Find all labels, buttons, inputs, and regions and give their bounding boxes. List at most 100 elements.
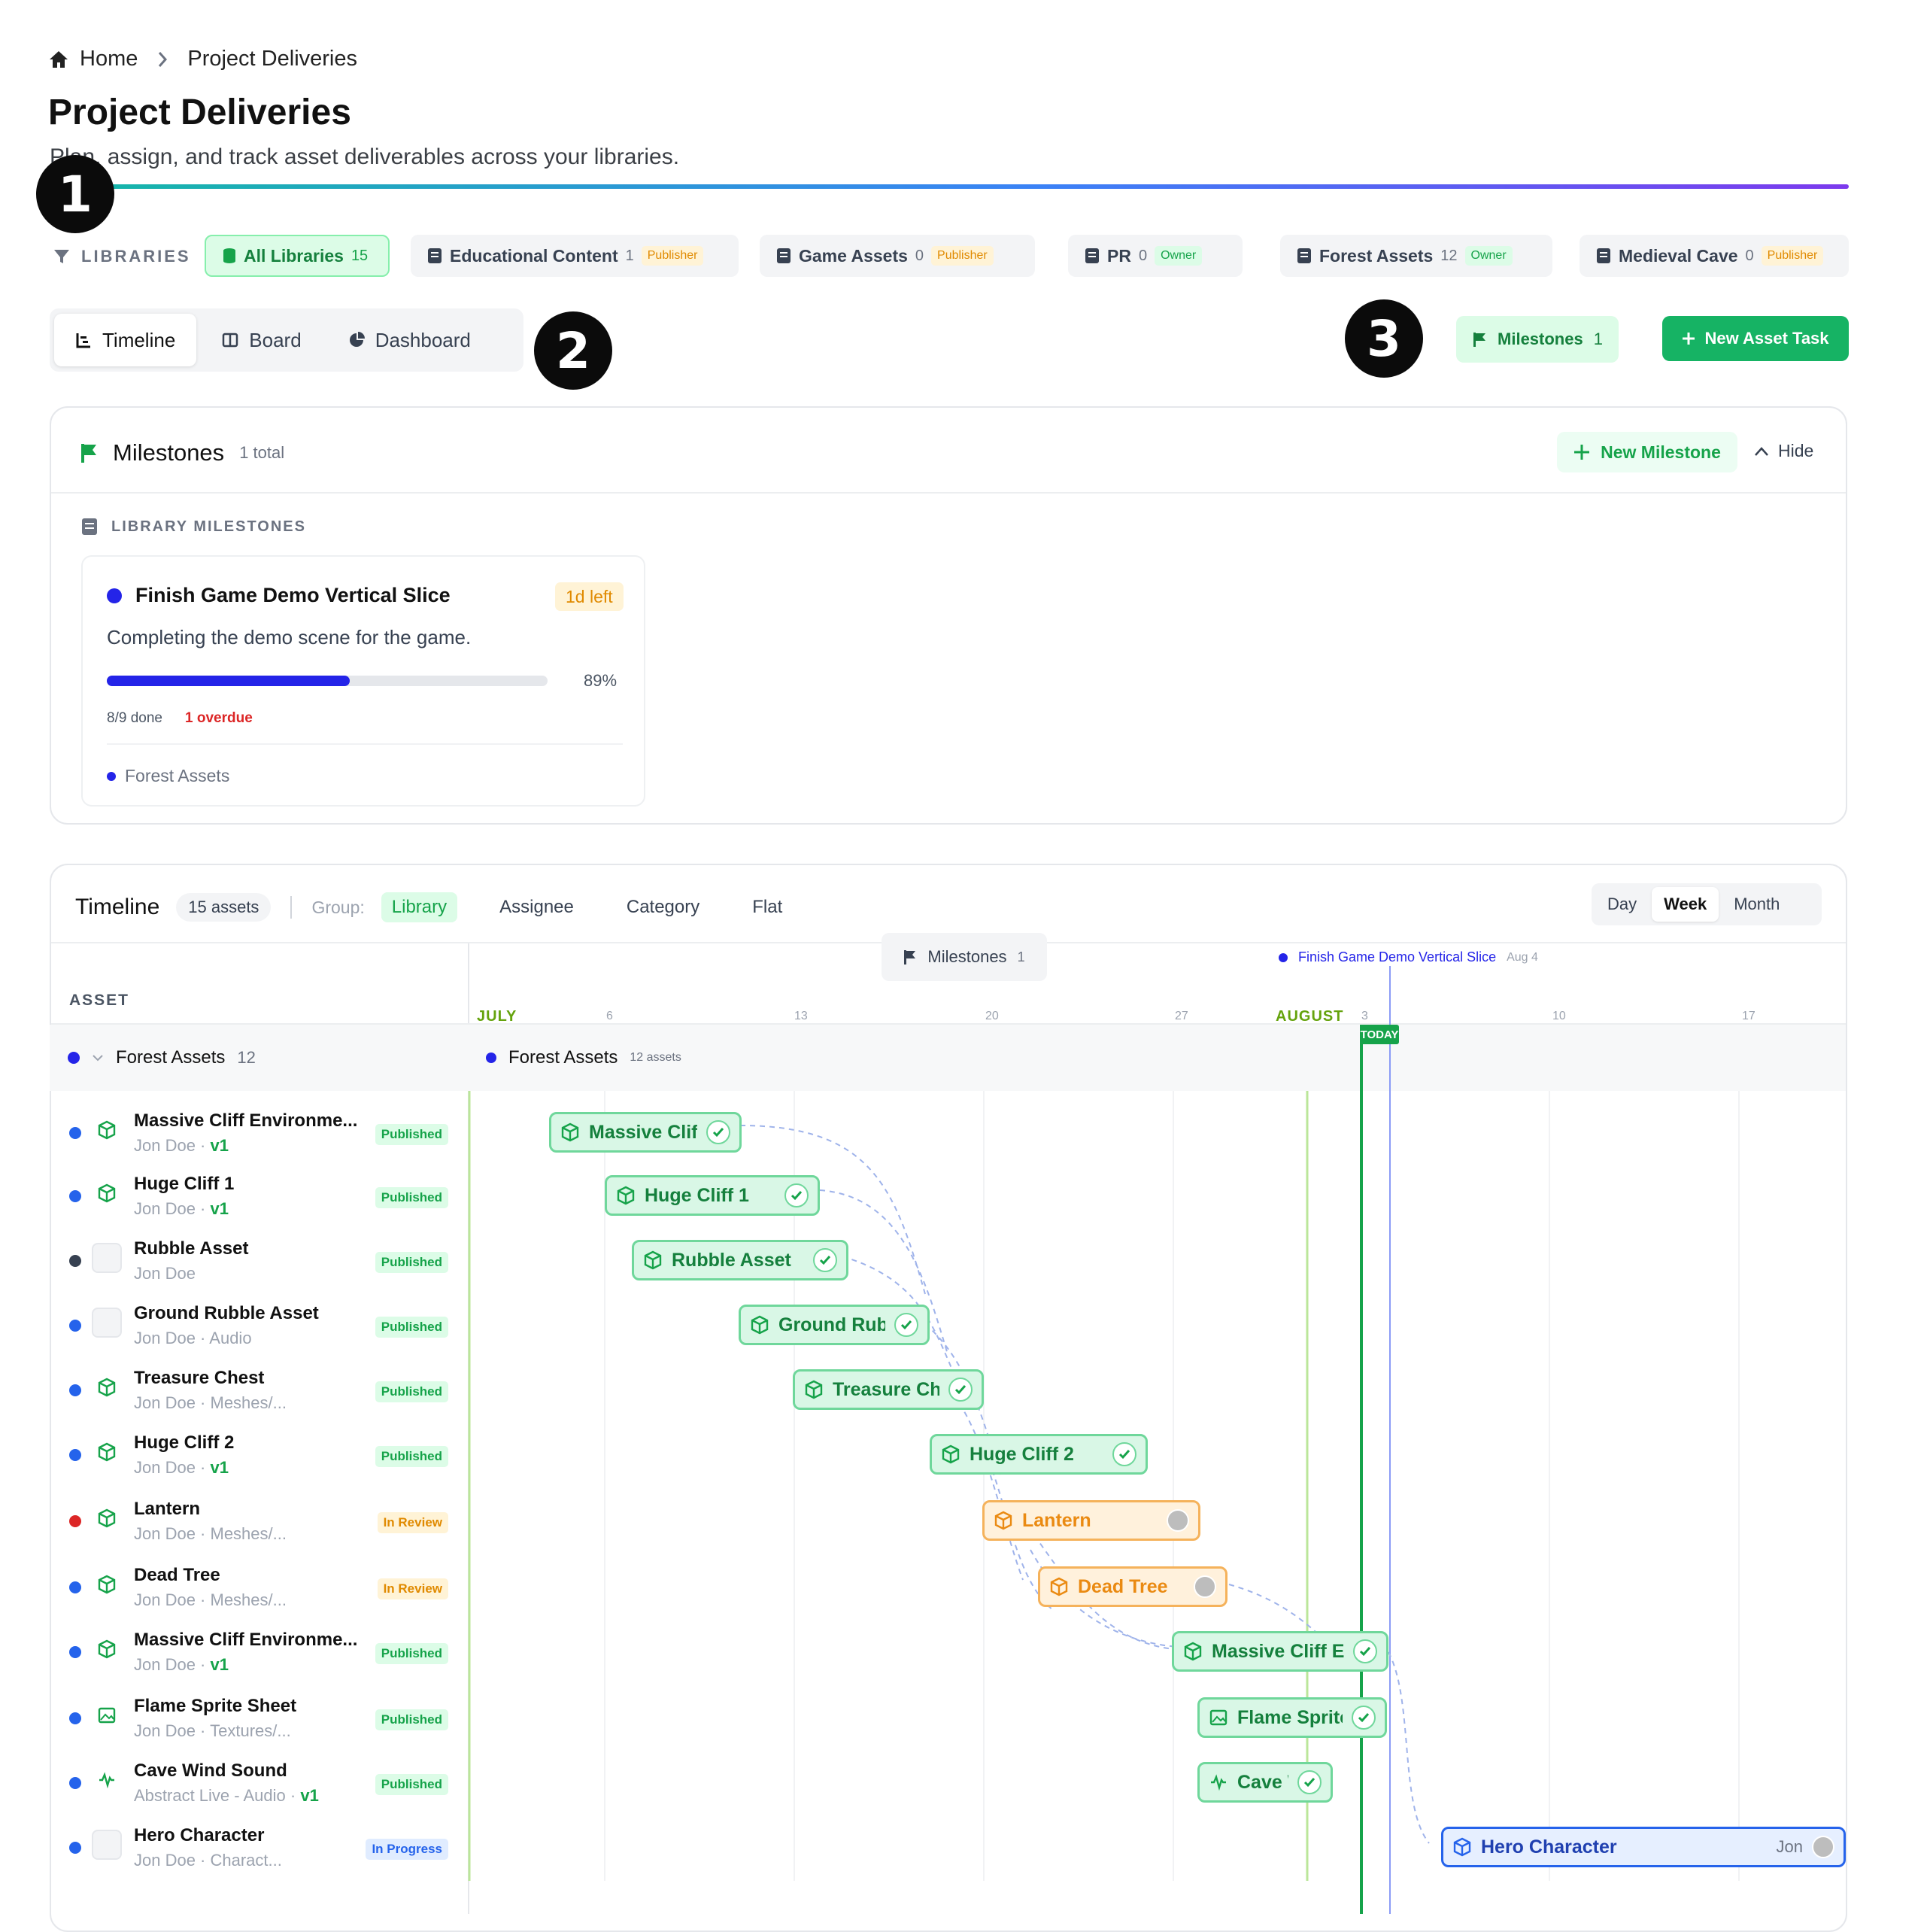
timeline-bar[interactable]: Treasure Che bbox=[793, 1369, 984, 1410]
status-dot bbox=[69, 1449, 81, 1461]
bar-type-icon bbox=[1049, 1577, 1069, 1596]
status-dot bbox=[69, 1712, 81, 1724]
timeline-bar-label: Lantern bbox=[1022, 1509, 1091, 1531]
check-icon bbox=[706, 1120, 730, 1144]
asset-meta: Jon Doe · Charact... bbox=[134, 1851, 282, 1870]
check-icon bbox=[813, 1248, 837, 1272]
asset-status-badge: Published bbox=[375, 1317, 448, 1338]
asset-thumbnail bbox=[92, 1830, 122, 1860]
asset-thumbnail bbox=[92, 1372, 122, 1402]
status-dot bbox=[69, 1646, 81, 1658]
asset-status-badge: Published bbox=[375, 1381, 448, 1402]
check-icon bbox=[1353, 1639, 1377, 1663]
asset-name: Huge Cliff 1 bbox=[134, 1174, 235, 1194]
asset-meta: Jon Doe · Meshes/... bbox=[134, 1393, 287, 1412]
asset-name: Treasure Chest bbox=[134, 1368, 265, 1388]
status-dot bbox=[69, 1384, 81, 1396]
avatar bbox=[1812, 1836, 1834, 1858]
timeline-bar[interactable]: Huge Cliff 1 bbox=[605, 1175, 820, 1216]
asset-thumbnail bbox=[92, 1178, 122, 1208]
check-icon bbox=[1352, 1706, 1376, 1730]
timeline-bar-label: Hero Character bbox=[1481, 1836, 1617, 1858]
timeline-bar[interactable]: Huge Cliff 2 bbox=[930, 1434, 1148, 1475]
asset-status-badge: Published bbox=[375, 1774, 448, 1795]
asset-meta: Jon Doe · v1 bbox=[134, 1136, 229, 1155]
asset-row[interactable]: Dead Tree Jon Doe · Meshes/... In Review bbox=[50, 1556, 468, 1621]
asset-row[interactable]: Ground Rubble Asset Jon Doe · Audio Publis… bbox=[50, 1294, 468, 1359]
check-icon bbox=[948, 1378, 973, 1402]
cube-icon bbox=[1453, 1837, 1471, 1857]
asset-row[interactable]: Lantern Jon Doe · Meshes/... In Review bbox=[50, 1490, 468, 1554]
timeline-bar-label: Dead Tree bbox=[1078, 1575, 1168, 1597]
timeline-bar[interactable]: Hero Character Jon bbox=[1441, 1827, 1846, 1867]
asset-status-badge: Published bbox=[375, 1252, 448, 1273]
check-icon bbox=[1112, 1442, 1136, 1466]
asset-name: Lantern bbox=[134, 1499, 201, 1519]
status-dot bbox=[69, 1842, 81, 1854]
asset-thumbnail bbox=[92, 1243, 122, 1273]
audio-icon bbox=[1211, 1774, 1226, 1791]
timeline-bar[interactable]: Ground Rubbl bbox=[739, 1305, 930, 1345]
asset-row[interactable]: Massive Cliff Environme... Jon Doe · v1 Pu… bbox=[50, 1621, 468, 1685]
cube-icon bbox=[98, 1183, 116, 1203]
bar-type-icon bbox=[1209, 1773, 1228, 1792]
timeline-bar-label: Massive Cliff ... bbox=[589, 1121, 697, 1143]
status-circle-icon bbox=[1194, 1575, 1216, 1598]
asset-row[interactable]: Massive Cliff Environme... Jon Doe · v1 Pu… bbox=[50, 1101, 468, 1166]
bar-type-icon bbox=[1452, 1837, 1472, 1857]
timeline-bar[interactable]: Massive Cliff ... bbox=[549, 1112, 742, 1153]
cube-icon bbox=[98, 1120, 116, 1140]
asset-name: Dead Tree bbox=[134, 1565, 220, 1585]
timeline-bar-label: Treasure Che bbox=[833, 1378, 939, 1400]
bar-type-icon bbox=[643, 1250, 663, 1270]
asset-status-badge: Published bbox=[375, 1643, 448, 1664]
asset-row[interactable]: Treasure Chest Jon Doe · Meshes/... Publis… bbox=[50, 1359, 468, 1423]
timeline-bar[interactable]: Cave W. bbox=[1197, 1762, 1333, 1803]
asset-name: Ground Rubble Asset bbox=[134, 1303, 319, 1323]
bar-type-icon bbox=[804, 1380, 824, 1399]
asset-status-badge: In Progress bbox=[366, 1839, 448, 1860]
dependency-line bbox=[947, 1387, 1024, 1581]
bar-type-icon bbox=[1183, 1642, 1203, 1661]
asset-status-badge: In Review bbox=[377, 1578, 448, 1599]
asset-name: Massive Cliff Environme... bbox=[134, 1110, 358, 1131]
timeline-bar-label: Cave W. bbox=[1237, 1771, 1288, 1793]
timeline-bar[interactable]: Flame Sprite bbox=[1197, 1697, 1387, 1738]
timeline-bar[interactable]: Rubble Asset bbox=[632, 1240, 848, 1280]
asset-row[interactable]: Cave Wind Sound Abstract Live - Audio · v… bbox=[50, 1751, 468, 1816]
timeline-bar-label: Massive Cliff Env. bbox=[1212, 1640, 1344, 1662]
asset-row[interactable]: Huge Cliff 2 Jon Doe · v1 Published bbox=[50, 1423, 468, 1488]
cube-icon bbox=[1050, 1577, 1068, 1596]
asset-thumbnail bbox=[92, 1308, 122, 1338]
asset-row[interactable]: Flame Sprite Sheet Jon Doe · Textures/...… bbox=[50, 1687, 468, 1751]
asset-row[interactable]: Huge Cliff 1 Jon Doe · v1 Published bbox=[50, 1165, 468, 1229]
check-icon bbox=[1297, 1770, 1322, 1794]
asset-name: Flame Sprite Sheet bbox=[134, 1696, 297, 1716]
cube-icon bbox=[98, 1508, 116, 1528]
cube-icon bbox=[98, 1378, 116, 1397]
status-circle-icon bbox=[1167, 1509, 1189, 1532]
asset-meta: Jon Doe · Meshes/... bbox=[134, 1524, 287, 1543]
asset-status-badge: Published bbox=[375, 1124, 448, 1145]
cube-icon bbox=[1184, 1642, 1202, 1661]
asset-thumbnail bbox=[92, 1503, 122, 1533]
audio-icon bbox=[99, 1772, 114, 1789]
asset-thumbnail bbox=[92, 1437, 122, 1467]
asset-name: Huge Cliff 2 bbox=[134, 1432, 235, 1453]
asset-meta: Jon Doe · v1 bbox=[134, 1458, 229, 1477]
asset-name: Hero Character bbox=[134, 1825, 265, 1845]
status-dot bbox=[69, 1777, 81, 1789]
asset-thumbnail bbox=[92, 1700, 122, 1730]
asset-thumbnail bbox=[92, 1765, 122, 1795]
timeline-bar[interactable]: Dead Tree bbox=[1038, 1566, 1227, 1607]
bar-type-icon bbox=[941, 1444, 960, 1464]
status-dot bbox=[69, 1255, 81, 1267]
cube-icon bbox=[644, 1250, 662, 1270]
timeline-bar[interactable]: Lantern bbox=[982, 1500, 1200, 1541]
check-icon bbox=[894, 1313, 918, 1337]
asset-row[interactable]: Rubble Asset Jon Doe Published bbox=[50, 1229, 468, 1294]
timeline-bar[interactable]: Massive Cliff Env. bbox=[1172, 1631, 1388, 1672]
asset-name: Rubble Asset bbox=[134, 1238, 249, 1259]
asset-row[interactable]: Hero Character Jon Doe · Charact... In Pro… bbox=[50, 1816, 468, 1881]
asset-name: Massive Cliff Environme... bbox=[134, 1630, 358, 1650]
